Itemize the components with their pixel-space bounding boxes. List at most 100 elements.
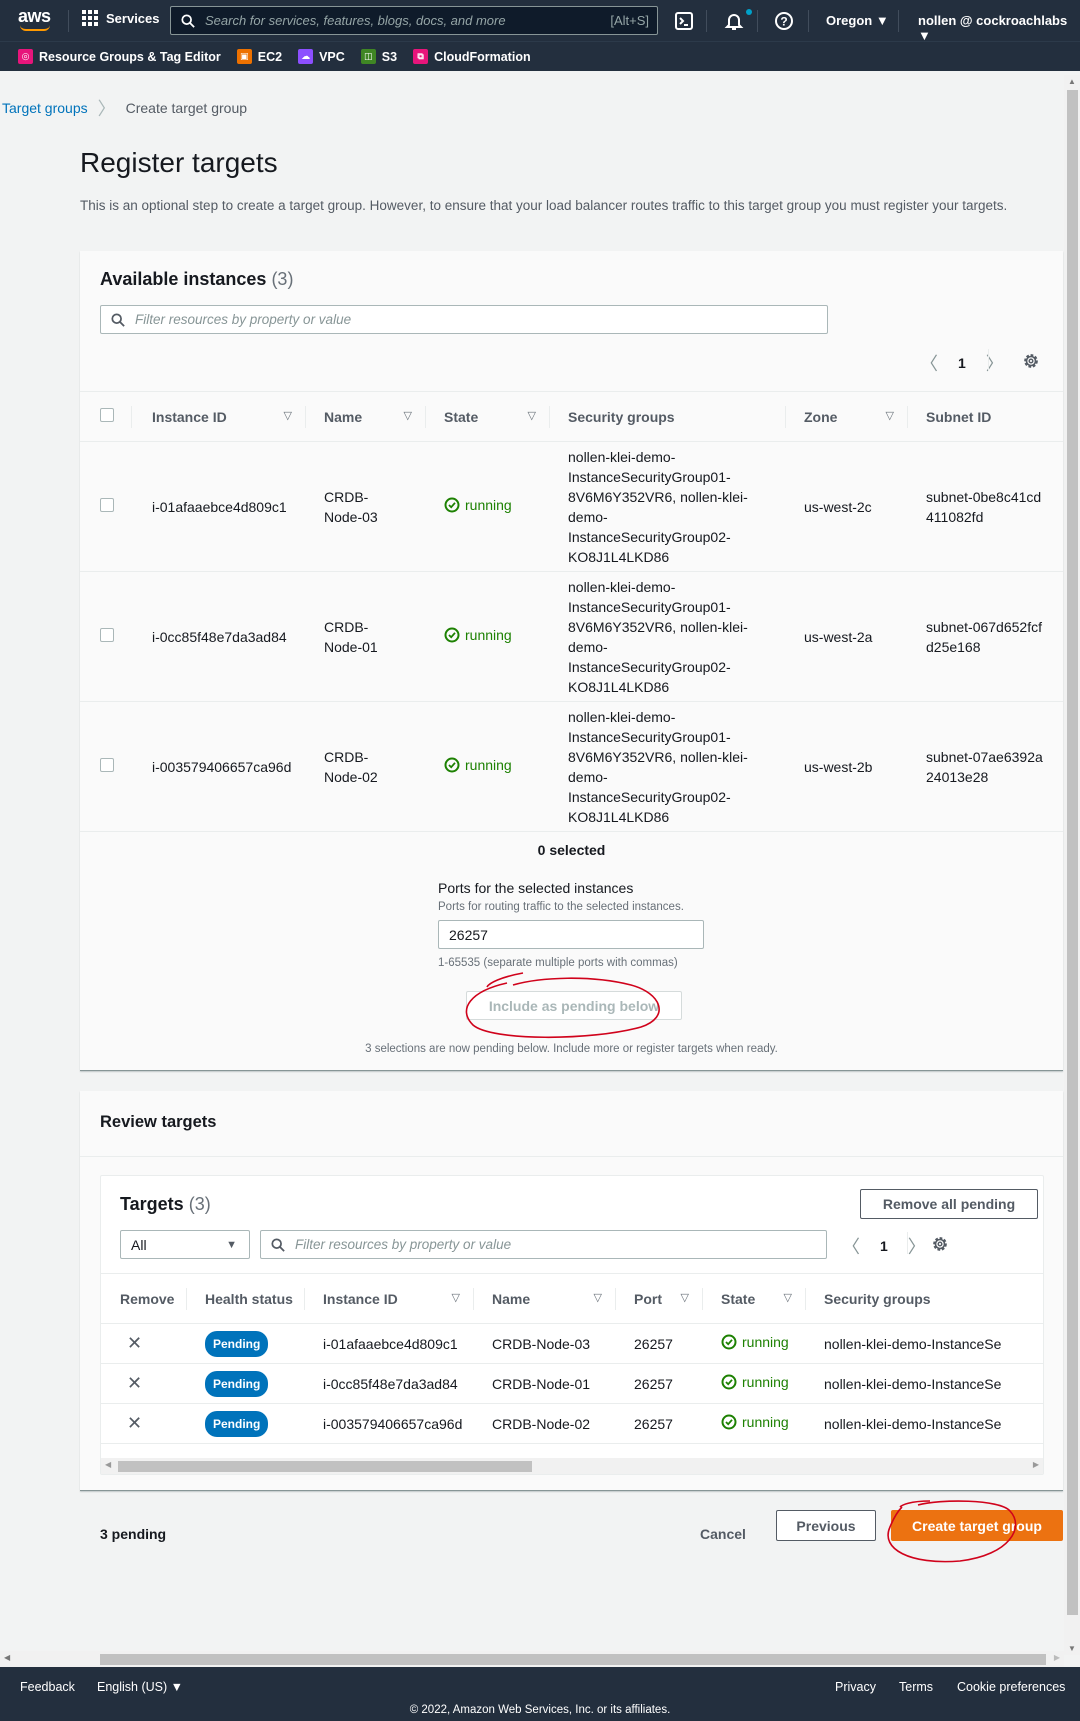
breadcrumb-target-groups-link[interactable]: Target groups xyxy=(2,100,88,116)
language-selector[interactable]: English (US) ▼ xyxy=(97,1680,183,1694)
port-cell: 26257 xyxy=(616,1323,703,1364)
bell-icon[interactable] xyxy=(724,11,744,31)
health-filter-select[interactable]: All ▼ xyxy=(120,1230,250,1259)
column-state[interactable]: State ▽ xyxy=(703,1273,806,1324)
column-instance-id[interactable]: Instance ID ▽ xyxy=(305,1273,474,1324)
scroll-left-icon[interactable]: ◀ xyxy=(4,1653,10,1662)
column-label: Health status xyxy=(205,1290,293,1307)
favorite-resource-groups[interactable]: ◎ Resource Groups & Tag Editor xyxy=(18,49,221,64)
row-select-cell xyxy=(80,441,132,572)
favorite-ec2[interactable]: ▣ EC2 xyxy=(236,49,282,64)
scrollbar-thumb[interactable] xyxy=(1067,90,1078,1615)
feedback-link[interactable]: Feedback xyxy=(20,1680,75,1694)
gear-icon[interactable] xyxy=(931,1235,949,1253)
column-name[interactable]: Name ▽ xyxy=(306,391,426,442)
column-state[interactable]: State ▽ xyxy=(426,391,550,442)
remove-all-pending-button[interactable]: Remove all pending xyxy=(860,1189,1038,1219)
include-as-pending-button[interactable]: Include as pending below xyxy=(466,991,682,1020)
scroll-right-icon[interactable]: ▶ xyxy=(1054,1653,1060,1662)
targets-horizontal-scrollbar[interactable]: ◀ ▶ xyxy=(101,1458,1043,1474)
state-text: running xyxy=(465,757,512,773)
review-targets-heading: Review targets xyxy=(100,1113,217,1131)
privacy-link[interactable]: Privacy xyxy=(835,1680,876,1694)
cancel-button[interactable]: Cancel xyxy=(700,1526,746,1542)
instance-id-cell: i-003579406657ca96d xyxy=(132,701,306,832)
instance-id-cell: i-0cc85f48e7da3ad84 xyxy=(132,571,306,702)
current-page[interactable]: 1 xyxy=(958,355,966,371)
global-search-input[interactable]: Search for services, features, blogs, do… xyxy=(170,6,658,35)
column-zone[interactable]: Zone ▽ xyxy=(786,391,908,442)
name-cell: CRDB-Node-02 xyxy=(306,701,426,832)
scrollbar-thumb[interactable] xyxy=(118,1461,532,1472)
row-checkbox[interactable] xyxy=(100,757,114,772)
gear-icon[interactable] xyxy=(1022,352,1040,370)
search-icon xyxy=(181,13,195,28)
security-groups-cell: nollen-klei-demo-InstanceSe xyxy=(806,1323,1043,1364)
create-target-group-button[interactable]: Create target group xyxy=(891,1510,1063,1541)
table-row: ✕ Pending i-01afaaebce4d809c1 CRDB-Node-… xyxy=(101,1323,1043,1364)
region-selector[interactable]: Oregon ▼ xyxy=(826,13,889,28)
review-targets-header: Review targets xyxy=(80,1091,1063,1157)
close-icon[interactable]: ✕ xyxy=(127,1373,142,1393)
next-page-icon[interactable]: 〉 xyxy=(908,1233,926,1259)
column-label: Instance ID xyxy=(323,1290,398,1307)
check-circle-icon xyxy=(721,1334,737,1350)
cookie-preferences-link[interactable]: Cookie preferences xyxy=(957,1680,1065,1694)
favorite-cloudformation[interactable]: ⧉ CloudFormation xyxy=(413,49,531,64)
terms-link[interactable]: Terms xyxy=(899,1680,933,1694)
row-checkbox[interactable] xyxy=(100,497,114,512)
favorite-vpc[interactable]: ☁ VPC xyxy=(298,49,345,64)
select-all-checkbox[interactable] xyxy=(100,408,114,422)
favorite-s3[interactable]: ◫ S3 xyxy=(360,49,397,64)
security-groups-cell: nollen-klei-demo-InstanceSecurityGroup01… xyxy=(550,441,786,572)
column-port[interactable]: Port ▽ xyxy=(616,1273,703,1324)
state-indicator: running xyxy=(721,1332,789,1352)
column-instance-id[interactable]: Instance ID ▽ xyxy=(132,391,306,442)
table-row[interactable]: i-003579406657ca96d CRDB-Node-02 running… xyxy=(80,701,1063,832)
row-checkbox[interactable] xyxy=(100,627,114,642)
previous-page-icon[interactable]: 〈 xyxy=(842,1233,860,1259)
table-row[interactable]: i-01afaaebce4d809c1 CRDB-Node-03 running… xyxy=(80,441,1063,572)
scroll-down-icon[interactable]: ▼ xyxy=(1068,1644,1076,1653)
state-indicator: running xyxy=(444,495,512,515)
page-vertical-scrollbar[interactable]: ▲ ▼ xyxy=(1064,75,1080,1655)
previous-button[interactable]: Previous xyxy=(776,1510,876,1541)
targets-table: Remove Health status Instance ID ▽ Name ▽ … xyxy=(101,1273,1043,1444)
instance-count: (3) xyxy=(271,269,294,289)
column-name[interactable]: Name ▽ xyxy=(474,1273,616,1324)
services-menu-button[interactable]: Services xyxy=(82,10,160,26)
cloudshell-icon[interactable] xyxy=(674,11,694,31)
column-label: Security groups xyxy=(824,1290,931,1307)
scroll-right-icon[interactable]: ▶ xyxy=(1033,1460,1039,1469)
state-indicator: running xyxy=(721,1412,789,1432)
zone-cell: us-west-2c xyxy=(786,441,908,572)
breadcrumb: Target groups 〉 Create target group xyxy=(2,95,247,121)
targets-filter-input[interactable]: Filter resources by property or value xyxy=(260,1230,827,1259)
column-label: Security groups xyxy=(568,408,675,425)
sort-icon: ▽ xyxy=(451,1292,460,1304)
previous-page-icon[interactable]: 〈 xyxy=(920,350,938,376)
scroll-left-icon[interactable]: ◀ xyxy=(105,1460,111,1469)
current-page[interactable]: 1 xyxy=(880,1238,888,1254)
aws-logo[interactable]: aws xyxy=(18,6,52,34)
close-icon[interactable]: ✕ xyxy=(127,1413,142,1433)
chevron-right-icon: 〉 xyxy=(97,99,116,119)
account-menu[interactable]: nollen @ cockroachlabs ▼ xyxy=(918,13,1080,43)
available-filter-input[interactable]: Filter resources by property or value xyxy=(100,305,828,334)
favorite-label: VPC xyxy=(319,49,345,64)
status-badge: Pending xyxy=(205,1370,269,1397)
help-icon[interactable]: ? xyxy=(774,11,794,31)
column-security-groups: Security groups xyxy=(806,1273,1043,1324)
scroll-up-icon[interactable]: ▲ xyxy=(1068,77,1076,86)
scrollbar-thumb[interactable] xyxy=(100,1654,1046,1665)
close-icon[interactable]: ✕ xyxy=(127,1333,142,1353)
table-row[interactable]: i-0cc85f48e7da3ad84 CRDB-Node-01 running… xyxy=(80,571,1063,702)
selected-count: 0 selected xyxy=(537,842,606,858)
column-label: Subnet ID xyxy=(926,408,992,425)
name-cell: CRDB-Node-02 xyxy=(474,1403,616,1444)
divider xyxy=(68,10,69,32)
zone-cell: us-west-2b xyxy=(786,701,908,832)
targets-heading: Targets (3) xyxy=(120,1194,211,1215)
page-horizontal-scrollbar[interactable]: ◀ ▶ xyxy=(0,1651,1064,1667)
ports-input[interactable]: 26257 xyxy=(438,920,704,949)
